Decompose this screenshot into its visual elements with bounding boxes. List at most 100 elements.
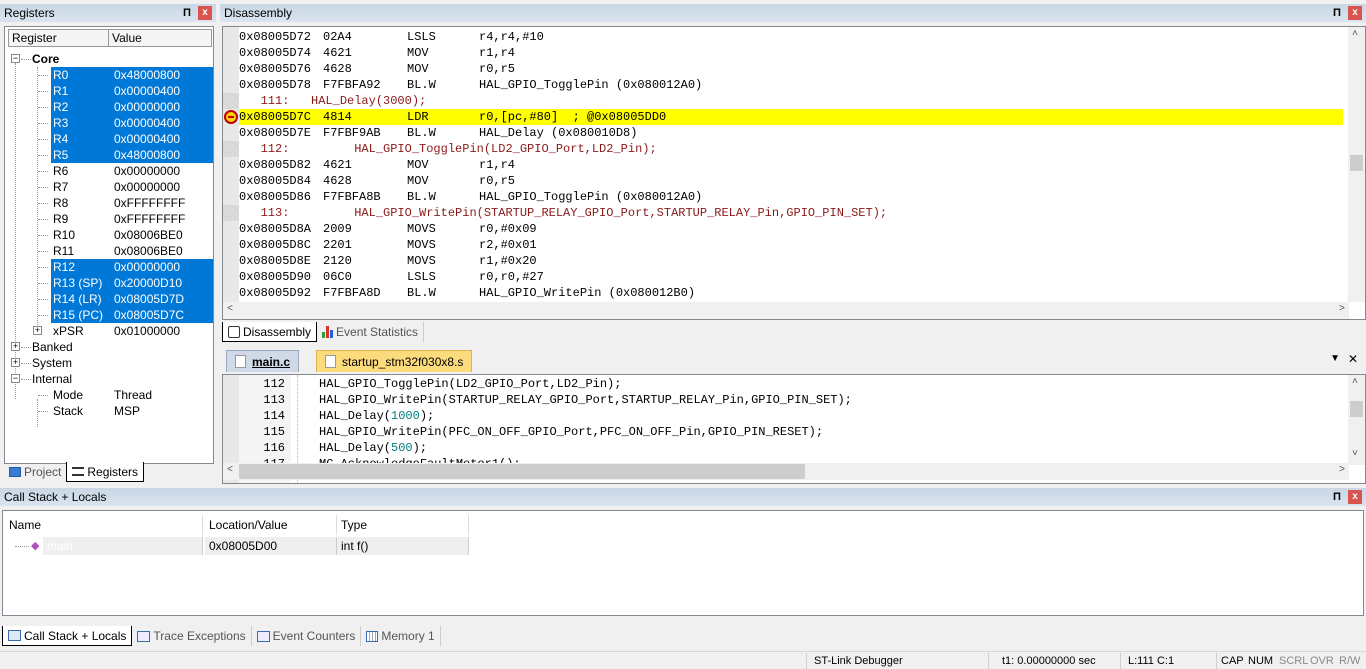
scroll-up-icon[interactable]: ˄	[1352, 29, 1358, 40]
register-value[interactable]: 0x48000800	[111, 147, 213, 163]
editor-hscroll[interactable]: < >	[223, 463, 1349, 480]
source-line[interactable]: 111: HAL_Delay(3000);	[239, 93, 427, 109]
close-icon[interactable]: x	[1348, 490, 1362, 504]
asm-line[interactable]: 0x08005D76 4628 MOV r0,r5	[239, 61, 515, 77]
asm-line[interactable]: 0x08005D8A 2009 MOVS r0,#0x09	[239, 221, 537, 237]
asm-line[interactable]: 0x08005D92 F7FBFA8D BL.W HAL_GPIO_WritePin …	[239, 285, 695, 301]
disassembly-title: Disassembly	[224, 6, 293, 20]
column-name[interactable]: Name	[5, 515, 203, 535]
tab-event-counters[interactable]: Event Counters	[252, 626, 362, 646]
tab-callstack[interactable]: Call Stack + Locals	[2, 626, 133, 646]
code-text: HAL_GPIO_WritePin(PFC_ON_OFF_GPIO_Port,P…	[319, 425, 824, 439]
disassembly-view[interactable]: 0x08005D72 02A4 LSLS r4,r4,#10 0x08005D74 462…	[222, 26, 1366, 320]
editor-vscroll[interactable]: ˄ ˅	[1348, 375, 1365, 465]
close-icon[interactable]: x	[1348, 6, 1362, 20]
register-value[interactable]: 0x00000000	[111, 99, 213, 115]
column-type[interactable]: Type	[337, 515, 469, 535]
close-icon[interactable]: x	[198, 6, 212, 20]
asm-line[interactable]: 0x08005D8E 2120 MOVS r1,#0x20	[239, 253, 537, 269]
asm-line[interactable]: 0x08005D82 4621 MOV r1,r4	[239, 157, 515, 173]
asm-address: 0x08005D84	[239, 174, 312, 188]
tab-project[interactable]: Project	[4, 462, 66, 482]
internal-name: Stack	[53, 404, 84, 418]
tree-item-internal[interactable]: Internal	[32, 371, 72, 387]
source-line[interactable]: 112: HAL_GPIO_TogglePin(LD2_GPIO_Port,LD…	[239, 141, 657, 157]
asm-line[interactable]: 0x08005D84 4628 MOV r0,r5	[239, 173, 515, 189]
scroll-left-icon[interactable]: <	[227, 465, 233, 476]
disassembly-gutter[interactable]	[223, 27, 239, 319]
register-value[interactable]: 0x00000400	[111, 115, 213, 131]
register-value[interactable]: 0x00000000	[111, 163, 213, 179]
asm-line[interactable]: 0x08005D72 02A4 LSLS r4,r4,#10	[239, 29, 544, 45]
tree-item-core[interactable]: Core	[32, 51, 59, 67]
register-value[interactable]: 0x01000000	[111, 323, 213, 339]
tab-event-statistics[interactable]: Event Statistics	[317, 322, 425, 342]
scroll-right-icon[interactable]: >	[1339, 465, 1345, 476]
register-value[interactable]: 0xFFFFFFFF	[111, 211, 213, 227]
collapse-internal-icon[interactable]: −	[11, 374, 20, 383]
register-value[interactable]: 0x00000000	[111, 259, 213, 275]
tree-item-system[interactable]: System	[32, 355, 72, 371]
tree-item-banked[interactable]: Banked	[32, 339, 73, 355]
registers-title-bar: Registers Π x	[0, 4, 216, 22]
register-value[interactable]: 0x48000800	[111, 67, 213, 83]
pin-icon[interactable]: Π	[1332, 490, 1342, 504]
asm-line[interactable]: 0x08005D86 F7FBFA8B BL.W HAL_GPIO_TogglePin…	[239, 189, 702, 205]
asm-line[interactable]: 0x08005D8C 2201 MOVS r2,#0x01	[239, 237, 537, 253]
asm-address: 0x08005D7C	[239, 110, 312, 124]
disassembly-hscroll[interactable]: < >	[223, 302, 1349, 319]
source-line[interactable]: 113: HAL_GPIO_WritePin(STARTUP_RELAY_GPI…	[239, 205, 888, 221]
asm-mnemonic: MOV	[407, 158, 429, 172]
pin-icon[interactable]: Π	[1332, 6, 1342, 20]
asm-line[interactable]: 0x08005D90 06C0 LSLS r0,r0,#27	[239, 269, 544, 285]
scroll-down-icon[interactable]: ˅	[1352, 449, 1358, 460]
tab-registers[interactable]: Registers	[66, 462, 145, 482]
register-value[interactable]: 0x08005D7D	[111, 291, 213, 307]
collapse-core-icon[interactable]: −	[11, 54, 20, 63]
disassembly-vscroll[interactable]: ˄	[1348, 27, 1365, 302]
editor-vscroll-thumb[interactable]	[1350, 401, 1363, 417]
asm-mnemonic: MOV	[407, 174, 429, 188]
expand-xpsr-icon[interactable]: +	[33, 326, 42, 335]
code-editor[interactable]: 112 HAL_GPIO_TogglePin(LD2_GPIO_Port,LD2_…	[222, 374, 1366, 484]
asm-address: 0x08005D92	[239, 286, 312, 300]
pin-icon[interactable]: Π	[182, 6, 192, 20]
asm-line[interactable]: 0x08005D78 F7FBFA92 BL.W HAL_GPIO_TogglePin…	[239, 77, 702, 93]
current-instruction[interactable]: 0x08005D7C 4814 LDR r0,[pc,#80] ; @0x08005D…	[239, 109, 1343, 125]
tab-main-c[interactable]: main.c	[226, 350, 300, 372]
expand-system-icon[interactable]: +	[11, 358, 20, 367]
register-value[interactable]: 0x08005D7C	[111, 307, 213, 323]
asm-mnemonic: BL.W	[407, 78, 436, 92]
disassembly-vscroll-thumb[interactable]	[1350, 155, 1363, 171]
register-value[interactable]: 0x20000D10	[111, 275, 213, 291]
column-location[interactable]: Location/Value	[205, 515, 337, 535]
register-value[interactable]: 0x00000400	[111, 131, 213, 147]
tab-memory-1[interactable]: Memory 1	[361, 626, 441, 646]
register-name: R14 (LR)	[51, 291, 111, 307]
counter-icon	[256, 630, 270, 642]
close-editor-icon[interactable]: ✕	[1348, 352, 1358, 366]
register-value[interactable]: 0x08006BE0	[111, 227, 213, 243]
tab-startup-file[interactable]: startup_stm32f030x8.s	[316, 350, 473, 372]
scroll-up-icon[interactable]: ˄	[1352, 377, 1358, 388]
editor-hscroll-thumb[interactable]	[239, 464, 805, 479]
dropdown-icon[interactable]: ▼	[1330, 353, 1340, 364]
asm-line[interactable]: 0x08005D74 4621 MOV r1,r4	[239, 45, 515, 61]
registers-tree[interactable]: Register Value − Core R0 0x48000800 R1 0x0000…	[4, 26, 214, 464]
callstack-table[interactable]: Name Location/Value Type ◆ main 0x08005D…	[2, 510, 1364, 616]
register-value[interactable]: 0x08006BE0	[111, 243, 213, 259]
column-register[interactable]: Register	[9, 30, 109, 46]
column-value[interactable]: Value	[109, 30, 211, 46]
code-text: HAL_Delay(500);	[319, 441, 428, 455]
tab-trace-exceptions[interactable]: Trace Exceptions	[132, 626, 252, 646]
scroll-left-icon[interactable]: <	[227, 304, 233, 315]
scroll-right-icon[interactable]: >	[1339, 304, 1345, 315]
tab-disassembly[interactable]: Disassembly	[222, 322, 318, 342]
register-name[interactable]: xPSR	[51, 323, 111, 339]
register-value[interactable]: 0xFFFFFFFF	[111, 195, 213, 211]
register-value[interactable]: 0x00000400	[111, 83, 213, 99]
asm-line[interactable]: 0x08005D7E F7FBF9AB BL.W HAL_Delay (0x08001…	[239, 125, 637, 141]
cell-name[interactable]: main	[43, 537, 203, 555]
register-value[interactable]: 0x00000000	[111, 179, 213, 195]
expand-banked-icon[interactable]: +	[11, 342, 20, 351]
